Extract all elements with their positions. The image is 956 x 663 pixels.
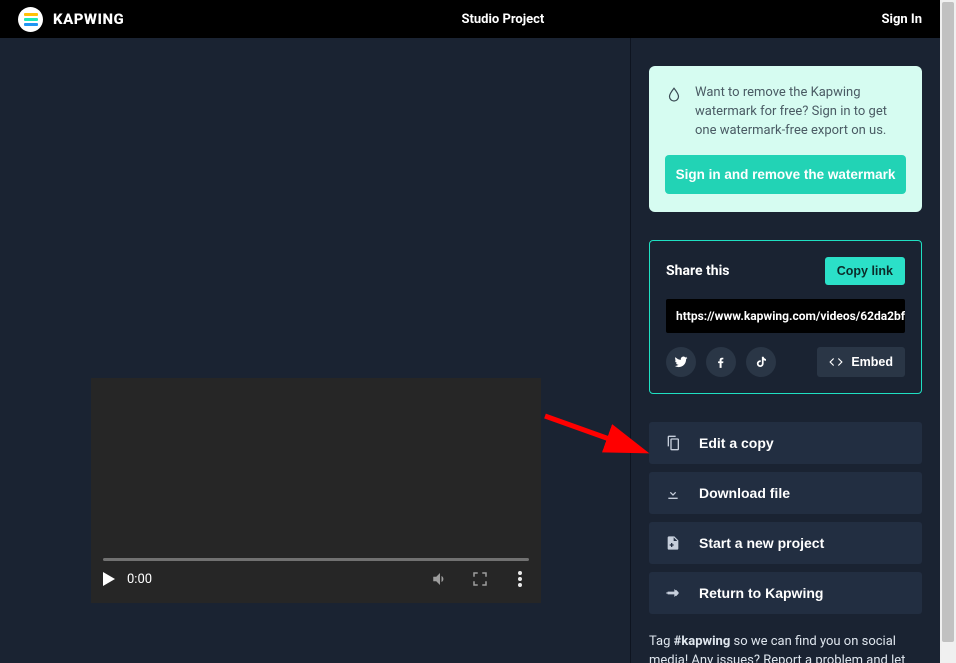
brand-name: KAPWING — [53, 10, 124, 28]
volume-icon[interactable] — [431, 570, 449, 588]
side-panel: Want to remove the Kapwing watermark for… — [631, 38, 940, 663]
share-url[interactable]: https://www.kapwing.com/videos/62da2bf — [666, 299, 905, 333]
footer-tagline: Tag #kapwing so we can find you on socia… — [649, 632, 922, 663]
fullscreen-icon[interactable] — [471, 570, 489, 588]
return-icon — [665, 585, 681, 601]
edit-copy-button[interactable]: Edit a copy — [649, 422, 922, 464]
twitter-icon[interactable] — [666, 347, 696, 377]
page-scrollbar[interactable] — [940, 0, 956, 663]
promo-text: Want to remove the Kapwing watermark for… — [695, 84, 906, 141]
new-project-button[interactable]: Start a new project — [649, 522, 922, 564]
more-options-icon[interactable] — [511, 570, 529, 588]
embed-button[interactable]: Embed — [817, 347, 905, 377]
code-icon — [829, 355, 843, 369]
watermark-promo-card: Want to remove the Kapwing watermark for… — [649, 66, 922, 212]
tagline-hashtag: #kapwing — [674, 634, 731, 649]
embed-label: Embed — [851, 355, 893, 369]
report-problem-link[interactable]: Report a problem — [763, 653, 863, 663]
share-card: Share this Copy link https://www.kapwing… — [649, 240, 922, 394]
app-header: KAPWING Studio Project Sign In — [0, 0, 940, 38]
download-file-label: Download file — [699, 485, 790, 501]
video-controls: 0:00 — [91, 555, 541, 603]
facebook-icon[interactable] — [706, 347, 736, 377]
copy-link-button[interactable]: Copy link — [825, 257, 905, 285]
project-title: Studio Project — [461, 12, 544, 27]
video-player[interactable]: 0:00 — [91, 378, 541, 603]
download-icon — [665, 485, 681, 501]
sign-in-link[interactable]: Sign In — [882, 12, 922, 27]
preview-panel: 0:00 — [0, 38, 631, 663]
scrollbar-thumb[interactable] — [942, 2, 954, 642]
edit-copy-label: Edit a copy — [699, 435, 774, 451]
return-label: Return to Kapwing — [699, 585, 823, 601]
play-icon[interactable] — [103, 572, 115, 586]
remove-watermark-button[interactable]: Sign in and remove the watermark — [665, 155, 906, 194]
video-time: 0:00 — [127, 572, 152, 587]
new-file-icon — [665, 535, 681, 551]
kapwing-logo-icon — [18, 7, 43, 32]
copy-icon — [665, 435, 681, 451]
tiktok-icon[interactable] — [746, 347, 776, 377]
share-title: Share this — [666, 263, 729, 279]
return-button[interactable]: Return to Kapwing — [649, 572, 922, 614]
waterdrop-icon — [665, 86, 683, 104]
brand-logo[interactable]: KAPWING — [18, 7, 124, 32]
download-file-button[interactable]: Download file — [649, 472, 922, 514]
tagline-pre: Tag — [649, 634, 674, 649]
new-project-label: Start a new project — [699, 535, 824, 551]
